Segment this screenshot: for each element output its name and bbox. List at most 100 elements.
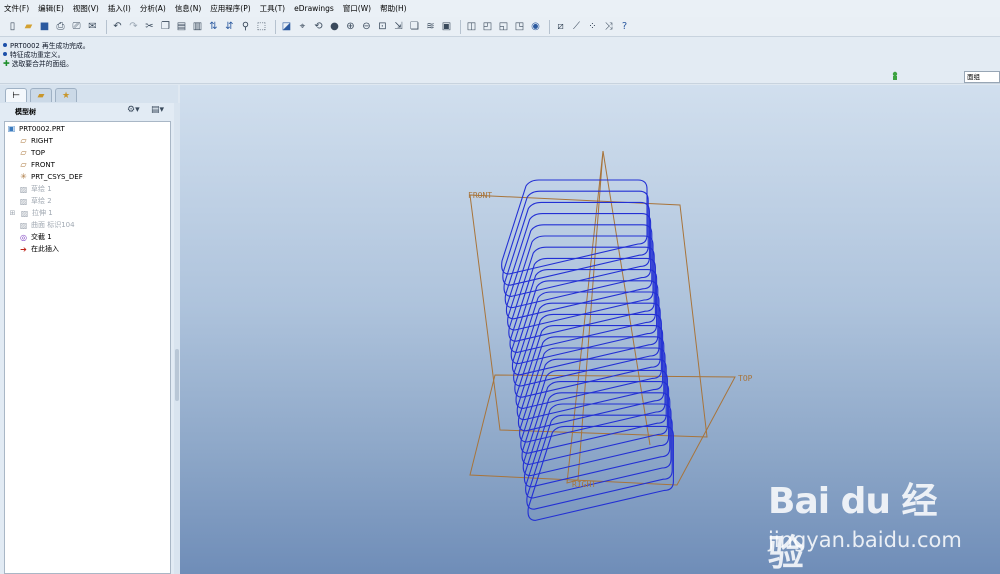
intersection-curve[interactable] bbox=[517, 336, 665, 432]
intersection-curve[interactable] bbox=[507, 235, 654, 331]
email-icon[interactable]: ✉ bbox=[86, 20, 99, 33]
hidden-line-icon[interactable]: ◰ bbox=[481, 20, 494, 33]
tree-show-icon[interactable]: ▤▾ bbox=[151, 105, 164, 115]
new-file-icon[interactable]: ▯ bbox=[6, 20, 19, 33]
intersection-curve[interactable] bbox=[508, 246, 655, 342]
menu-insert[interactable]: 插入(I) bbox=[108, 3, 131, 14]
menu-info[interactable]: 信息(N) bbox=[175, 3, 201, 14]
appearance-icon[interactable]: ● bbox=[328, 20, 341, 33]
paste-icon[interactable]: ▤ bbox=[175, 20, 188, 33]
repaint-icon[interactable]: ◪ bbox=[280, 20, 293, 33]
tree-item-intersect-1[interactable]: ◎ 交截 1 bbox=[19, 232, 52, 242]
menu-tools[interactable]: 工具(T) bbox=[260, 3, 285, 14]
menu-file[interactable]: 文件(F) bbox=[4, 3, 29, 14]
save-icon[interactable]: ■ bbox=[38, 20, 51, 33]
refit-icon[interactable]: ⊡ bbox=[376, 20, 389, 33]
wireframe-icon[interactable]: ◳ bbox=[513, 20, 526, 33]
context-help-icon[interactable]: ? bbox=[618, 20, 631, 33]
tree-item-sketch-1[interactable]: ▨ 草绘 1 bbox=[19, 184, 52, 194]
spin-center-icon[interactable]: ⌖ bbox=[296, 20, 309, 33]
tree-item-part[interactable]: ▣ PRT0002.PRT bbox=[7, 124, 65, 133]
datum-axes-icon[interactable]: ⟋ bbox=[570, 20, 583, 33]
tab-favorites[interactable]: ★ bbox=[55, 88, 77, 102]
intersection-curve[interactable] bbox=[511, 280, 659, 376]
copy-icon[interactable]: ❐ bbox=[159, 20, 172, 33]
selection-filter-dropdown[interactable]: 面组 bbox=[964, 71, 1000, 83]
menu-analysis[interactable]: 分析(A) bbox=[140, 3, 166, 14]
zoom-out-icon[interactable]: ⊖ bbox=[360, 20, 373, 33]
front-plane-label: FRONT bbox=[468, 191, 492, 200]
redo-icon[interactable]: ↷ bbox=[127, 20, 140, 33]
datum-points-icon[interactable]: ⁘ bbox=[586, 20, 599, 33]
intersection-curve[interactable] bbox=[527, 425, 674, 521]
intersection-curve[interactable] bbox=[503, 201, 650, 297]
datum-display-icon[interactable]: ◉ bbox=[529, 20, 542, 33]
coordinate-systems-icon[interactable]: ⤨ bbox=[602, 20, 615, 33]
intersection-curve[interactable] bbox=[523, 392, 671, 488]
surface-icon: ▨ bbox=[19, 220, 28, 230]
intersection-curve[interactable] bbox=[522, 381, 670, 477]
reorient-icon[interactable]: ⇲ bbox=[392, 20, 405, 33]
no-hidden-icon[interactable]: ◱ bbox=[497, 20, 510, 33]
splitter-grip[interactable] bbox=[175, 349, 179, 401]
toolbar-separator bbox=[275, 19, 276, 34]
tree-item-top[interactable]: ▱ TOP bbox=[19, 148, 45, 157]
shading-icon[interactable]: ◫ bbox=[465, 20, 478, 33]
orient-icon[interactable]: ⟲ bbox=[312, 20, 325, 33]
intersection-curve[interactable] bbox=[501, 179, 648, 275]
baidu-logo: Bai du 经验 bbox=[768, 481, 938, 574]
extrude-icon: ▨ bbox=[20, 208, 29, 218]
tree-item-extrude-1[interactable]: ⊞ ▨ 拉伸 1 bbox=[8, 208, 53, 218]
regenerate-icon[interactable]: ⇅ bbox=[207, 20, 220, 33]
tree-item-csys[interactable]: ✳ PRT_CSYS_DEF bbox=[19, 172, 83, 181]
menu-help[interactable]: 帮助(H) bbox=[380, 3, 407, 14]
saved-views-icon[interactable]: ❏ bbox=[408, 20, 421, 33]
find-icon[interactable]: ⚲ bbox=[239, 20, 252, 33]
datum-plane-icon: ▱ bbox=[20, 148, 27, 157]
intersection-curve[interactable] bbox=[516, 325, 664, 421]
menu-bar: 文件(F) 编辑(E) 视图(V) 插入(I) 分析(A) 信息(N) 应用程序… bbox=[0, 0, 1000, 17]
tree-settings-icon[interactable]: ⚙▾ bbox=[127, 105, 140, 115]
intersection-curve[interactable] bbox=[504, 213, 652, 309]
open-folder-icon[interactable]: ▰ bbox=[22, 20, 35, 33]
datum-plane-right-edge[interactable] bbox=[602, 150, 651, 446]
menu-view[interactable]: 视图(V) bbox=[73, 3, 99, 14]
menu-applications[interactable]: 应用程序(P) bbox=[210, 3, 250, 14]
paste-special-icon[interactable]: ▥ bbox=[191, 20, 204, 33]
print-preview-icon[interactable]: ⎚ bbox=[70, 20, 83, 33]
expand-icon[interactable]: ⊞ bbox=[8, 209, 17, 218]
regenerate-manager-icon[interactable]: ⇵ bbox=[223, 20, 236, 33]
tree-item-surface[interactable]: ▨ 曲面 标识104 bbox=[19, 220, 75, 230]
tab-folder-browser[interactable]: ▰ bbox=[30, 88, 52, 102]
print-icon[interactable]: ⎙ bbox=[54, 20, 67, 33]
tree-item-sketch-2[interactable]: ▨ 草绘 2 bbox=[19, 196, 52, 206]
info-bullet-icon bbox=[3, 43, 7, 47]
layers-icon[interactable]: ≋ bbox=[424, 20, 437, 33]
view-manager-icon[interactable]: ▣ bbox=[440, 20, 453, 33]
tree-item-front[interactable]: ▱ FRONT bbox=[19, 160, 55, 169]
cut-icon[interactable]: ✂ bbox=[143, 20, 156, 33]
intersection-curve[interactable] bbox=[505, 224, 653, 320]
intersection-curve[interactable] bbox=[526, 414, 673, 510]
intersection-curve[interactable] bbox=[502, 190, 649, 286]
menu-window[interactable]: 窗口(W) bbox=[343, 3, 371, 14]
datum-plane-icon: ▱ bbox=[20, 160, 27, 169]
menu-edit[interactable]: 编辑(E) bbox=[38, 3, 64, 14]
intersection-curve[interactable] bbox=[520, 358, 667, 454]
tree-item-insert-here[interactable]: ➔ 在此插入 bbox=[19, 244, 59, 254]
datum-planes-icon[interactable]: ⧄ bbox=[554, 20, 567, 33]
intersection-curve[interactable] bbox=[519, 347, 666, 443]
message-area: PRT0002 再生成功完成。 特征成功重定义。 ✚ 选取要合并的面组。 面组 bbox=[0, 37, 1000, 84]
select-box-icon[interactable]: ⬚ bbox=[255, 20, 268, 33]
menu-edrawings[interactable]: eDrawings bbox=[294, 4, 334, 13]
sketch-icon: ▨ bbox=[19, 184, 28, 194]
datum-plane-front[interactable] bbox=[469, 194, 708, 438]
toolbar-separator bbox=[549, 19, 550, 34]
intersection-curve[interactable] bbox=[515, 313, 662, 409]
tree-item-right[interactable]: ▱ RIGHT bbox=[19, 136, 52, 145]
zoom-in-icon[interactable]: ⊕ bbox=[344, 20, 357, 33]
tab-model-tree[interactable]: ⊢ bbox=[5, 88, 27, 102]
main-toolbar: ▯ ▰ ■ ⎙ ⎚ ✉ ↶ ↷ ✂ ❐ ▤ ▥ ⇅ ⇵ ⚲ ⬚ ◪ ⌖ ⟲ ● … bbox=[0, 17, 1000, 37]
baidu-watermark: Bai du 经验 jingyan.baidu.com bbox=[760, 464, 962, 574]
undo-icon[interactable]: ↶ bbox=[111, 20, 124, 33]
